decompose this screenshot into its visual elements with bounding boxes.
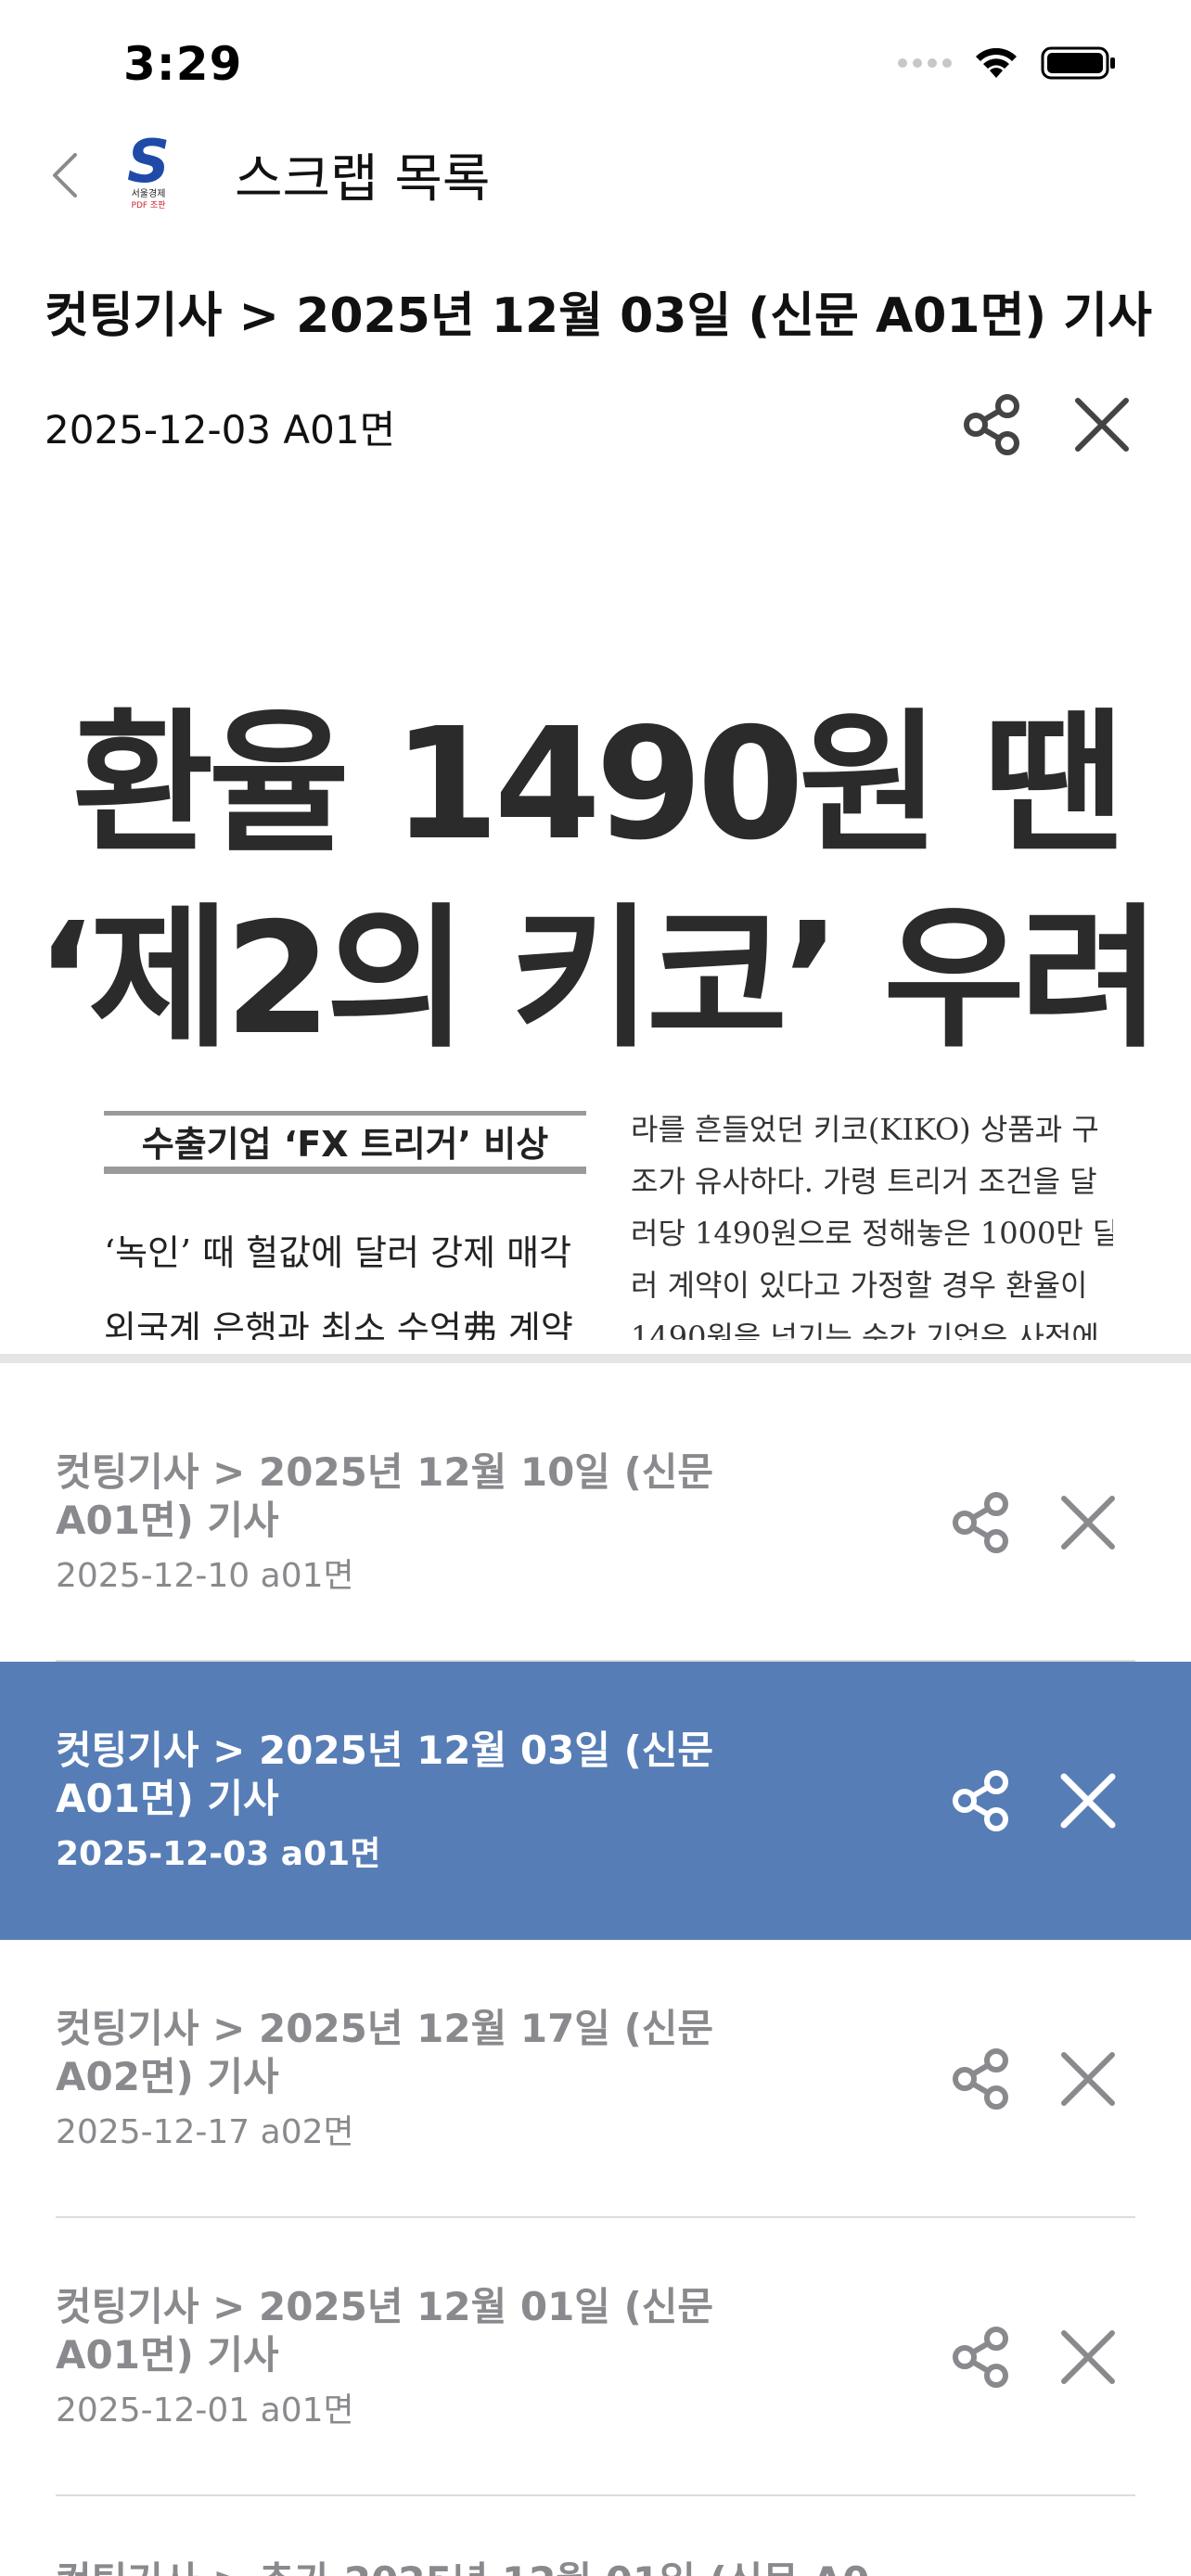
list-separator (56, 2494, 1135, 2496)
list-item-share-button[interactable] (946, 1766, 1017, 1836)
preview-lead-line2: 외국계 은행과 최소 수억弗 계약 (104, 1308, 573, 1340)
logo-letter: S (127, 130, 170, 197)
preview-body-line: 러당 1490원으로 정해놓은 1000만 달 (631, 1216, 1113, 1251)
share-icon (953, 2327, 1008, 2388)
article-share-button[interactable] (957, 389, 1028, 460)
article-title: 컷팅기사 > 2025년 12월 03일 (신문 A01면) 기사 (45, 288, 1152, 344)
preview-headline-line2: ‘제2의 키코’ 우려 (35, 890, 1161, 1069)
share-icon (953, 1770, 1008, 1831)
list-item-subtitle: 2025-12-01 a01면 (56, 2391, 354, 2429)
scrap-list: 컷팅기사 > 2025년 12월 10일 (신문 A01면) 기사 2025-1… (0, 1384, 1191, 2496)
list-item-share-button[interactable] (946, 1487, 1017, 1558)
list-item-subtitle: 2025-12-17 a02면 (56, 2113, 354, 2151)
close-icon (1075, 398, 1129, 452)
list-item-partial-title: 컷팅기사 > 추가 2025년 12월 01일 (신문 A0 (56, 2550, 869, 2576)
close-icon (1060, 1773, 1116, 1829)
article-preview[interactable]: 환율 1490원 땐 ‘제2의 키코’ 우려 수출기업 ‘FX 트리거’ 비상 … (0, 501, 1191, 1340)
preview-body-line: 러 계약이 있다고 가정할 경우 환율이 (631, 1268, 1088, 1303)
preview-body-line: 라를 흔들었던 키코(KIKO) 상품과 구 (631, 1112, 1099, 1147)
list-item-close-button[interactable] (1053, 1766, 1123, 1836)
list-item-share-button[interactable] (946, 2322, 1017, 2392)
list-item-close-button[interactable] (1053, 2322, 1123, 2392)
list-item-title: 컷팅기사 > 2025년 12월 01일 (신문 A01면) 기사 (56, 2284, 714, 2378)
list-item[interactable]: 컷팅기사 > 2025년 12월 10일 (신문 A01면) 기사 2025-1… (0, 1384, 1191, 1662)
section-divider (0, 1354, 1191, 1363)
list-item-title: 컷팅기사 > 2025년 12월 10일 (신문 A01면) 기사 (56, 1449, 714, 1543)
chevron-left-icon (53, 153, 77, 198)
share-icon (953, 2048, 1008, 2110)
preview-body-column: 라를 흔들었던 키코(KIKO) 상품과 구 조가 유사하다. 가령 트리거 조… (631, 1103, 1113, 1340)
list-item-share-button[interactable] (946, 2044, 1017, 2114)
list-item-subtitle: 2025-12-10 a01면 (56, 1557, 354, 1595)
status-icons (898, 45, 1117, 82)
battery-icon (1041, 46, 1115, 80)
list-item-title: 컷팅기사 > 2025년 12월 17일 (신문 A02면) 기사 (56, 2006, 714, 2099)
list-item[interactable]: 컷팅기사 > 2025년 12월 17일 (신문 A02면) 기사 2025-1… (0, 1940, 1191, 2218)
list-item-close-button[interactable] (1053, 1487, 1123, 1558)
share-icon (953, 1492, 1008, 1553)
preview-subhead-box: 수출기업 ‘FX 트리거’ 비상 (104, 1111, 586, 1174)
preview-body-line: 1490원을 넘기는 순간 기업은 사전에 (631, 1320, 1099, 1340)
list-item[interactable]: 컷팅기사 > 2025년 12월 01일 (신문 A01면) 기사 2025-1… (0, 2218, 1191, 2496)
list-item-selected[interactable]: 컷팅기사 > 2025년 12월 03일 (신문 A01면) 기사 2025-1… (0, 1662, 1191, 1940)
page-title: 스크랩 목록 (235, 149, 491, 210)
list-item-subtitle: 2025-12-03 a01면 (56, 1835, 381, 1873)
status-bar: 3:29 (0, 0, 1191, 130)
logo-caption: 서울경제 (132, 187, 166, 199)
close-icon (1061, 1496, 1115, 1549)
share-icon (964, 394, 1019, 455)
list-item-title: 컷팅기사 > 2025년 12월 03일 (신문 A01면) 기사 (56, 1728, 714, 1821)
wifi-icon (976, 47, 1017, 78)
preview-subhead: 수출기업 ‘FX 트리거’ 비상 (141, 1124, 549, 1165)
nav-bar: S 서울경제 PDF 조판 스크랩 목록 (0, 128, 1191, 223)
preview-headline-line1: 환율 1490원 땐 (71, 695, 1124, 874)
close-icon (1061, 2330, 1115, 2384)
logo-sub: PDF 조판 (132, 200, 166, 210)
cellular-signal-icon (898, 58, 952, 68)
close-icon (1061, 2052, 1115, 2106)
app-logo: S 서울경제 PDF 조판 (121, 128, 176, 211)
article-meta: 2025-12-03 A01면 (45, 407, 396, 453)
article-close-button[interactable] (1067, 389, 1137, 460)
back-button[interactable] (37, 143, 93, 208)
status-time: 3:29 (123, 37, 243, 91)
preview-body-line: 조가 유사하다. 가령 트리거 조건을 달 (631, 1164, 1097, 1199)
preview-lead-line1: ‘녹인’ 때 헐값에 달러 강제 매각 (104, 1232, 572, 1273)
list-item-close-button[interactable] (1053, 2044, 1123, 2114)
